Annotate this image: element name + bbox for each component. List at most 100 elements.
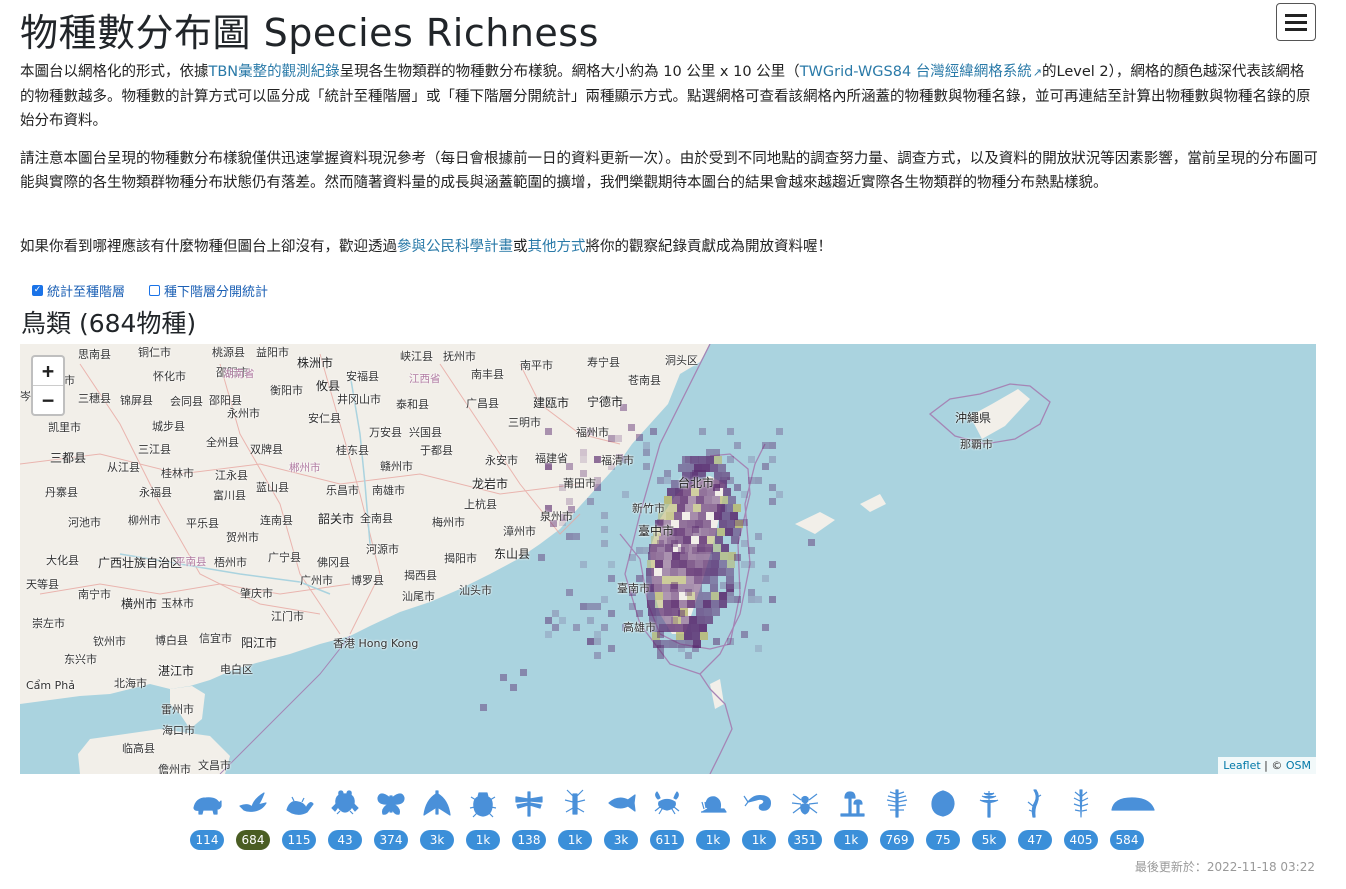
taxon-group-button[interactable] [236, 786, 270, 820]
taxon-count-badge[interactable]: 584 [1110, 830, 1144, 850]
grid-cell [734, 484, 741, 491]
map-place-label: 临高县 [122, 742, 155, 755]
zoom-out-button[interactable]: − [33, 385, 63, 414]
taxon-group-button[interactable] [1018, 786, 1052, 820]
osm-link[interactable]: OSM [1286, 759, 1311, 772]
taxon-count-badge[interactable]: 43 [328, 830, 362, 850]
intro-paragraph-2: 請注意本圖台呈現的物種數分布樣貌僅供迅速掌握資料現況參考（每日會根據前一日的資料… [20, 151, 1318, 191]
other-methods-link[interactable]: 其他方式 [528, 239, 586, 255]
grid-cell [500, 674, 507, 681]
species-level-checkbox[interactable]: ✓ 統計至種階層 [32, 281, 125, 300]
taxon-count-badge[interactable]: 5k [972, 830, 1006, 850]
taxon-group-button[interactable] [466, 786, 500, 820]
grid-cell [559, 617, 566, 624]
grid-cell [580, 456, 587, 463]
species-richness-map[interactable]: 思南县铜仁市桃源县益阳市株洲市峡江县抚州市南平市寿宁县洞头区凯里市怀化市邵阳市湖… [20, 344, 1316, 774]
taxon-count-badge[interactable]: 3k [420, 830, 454, 850]
grid-cell [510, 684, 517, 691]
mammal-icon [193, 797, 222, 815]
map-place-label: 新竹市 [632, 502, 665, 515]
ryukyu-island-a [795, 512, 835, 534]
map-place-label: 城步县 [152, 420, 185, 433]
grid-cell [755, 645, 762, 652]
taxon-group-button[interactable] [972, 786, 1006, 820]
taxon-group-button[interactable] [834, 786, 868, 820]
taxon-count-badge[interactable]: 611 [650, 830, 684, 850]
grid-cell [671, 592, 679, 600]
taxon-count-badge[interactable]: 405 [1064, 830, 1098, 850]
taxon-count-badge[interactable]: 114 [190, 830, 224, 850]
taxon-group-button[interactable] [604, 786, 638, 820]
grid-cell [727, 520, 735, 528]
taxon-group-button[interactable] [374, 786, 408, 820]
taxon-count-badge[interactable]: 1k [558, 830, 592, 850]
subspecies-separate-checkbox[interactable]: 種下階層分開統計 [149, 281, 268, 300]
taxon-group-button[interactable] [328, 786, 362, 820]
grid-cell [675, 624, 683, 632]
map-place-label: 福清市 [601, 454, 634, 467]
butterfly-icon [377, 793, 405, 815]
intro-paragraph-1: 本圖台以網格化的形式，依據TBN彙整的觀測紀錄呈現各生物類群的物種數分布樣貌。網… [20, 60, 1318, 133]
grid-cell [713, 638, 720, 645]
taxon-count-badge[interactable]: 1k [834, 830, 868, 850]
grid-cell [649, 544, 657, 552]
leaf-icon [931, 790, 955, 817]
taxon-group-button[interactable] [742, 786, 776, 820]
map-place-label: 佛冈县 [317, 556, 350, 569]
taxon-group-button[interactable] [880, 786, 914, 820]
taxon-group-button[interactable] [696, 786, 730, 820]
taxon-count-badge[interactable]: 1k [742, 830, 776, 850]
taxon-count-badge[interactable]: 1k [466, 830, 500, 850]
grid-cell [685, 456, 692, 463]
grid-cell [719, 592, 727, 600]
grid-cell [520, 669, 527, 676]
map-place-label: 龙岩市 [472, 477, 509, 491]
taxon-group-button[interactable] [512, 786, 546, 820]
taxon-count-badge[interactable]: 1k [696, 830, 730, 850]
taxon-group-button[interactable] [420, 786, 454, 820]
map-place-label: 台北市 [678, 476, 715, 490]
grid-cell [692, 526, 699, 533]
grid-cell [608, 645, 615, 652]
grid-cell [769, 484, 776, 491]
grid-cell [714, 512, 722, 520]
map-place-label: 锦屏县 [120, 394, 153, 407]
map-place-label: 柳州市 [128, 514, 161, 527]
grid-cell [741, 631, 748, 638]
map-place-label: 三都县 [50, 451, 87, 465]
taxon-count-badge[interactable]: 684 [236, 830, 270, 850]
taxon-count-badge[interactable]: 351 [788, 830, 822, 850]
taxon-count-badge[interactable]: 115 [282, 830, 316, 850]
taxon-count-badge[interactable]: 769 [880, 830, 914, 850]
map-place-label: 阳江市 [241, 636, 278, 650]
taxon-group-button[interactable] [650, 786, 684, 820]
taxon-group-button[interactable] [1110, 786, 1156, 820]
hamburger-menu-button[interactable] [1276, 3, 1316, 41]
map-place-label: 万安县 [369, 426, 402, 439]
taxon-group-button[interactable] [788, 786, 822, 820]
grid-cell [608, 435, 615, 442]
grid-cell [717, 528, 725, 536]
grid-cell [741, 519, 748, 526]
taxon-count-badge[interactable]: 138 [512, 830, 546, 850]
grass-icon [1073, 789, 1089, 818]
taxon-group-button[interactable] [558, 786, 592, 820]
grid-cell [552, 610, 559, 617]
leaflet-link[interactable]: Leaflet [1223, 759, 1260, 772]
taxon-count-badge[interactable]: 3k [604, 830, 638, 850]
tbn-records-link[interactable]: TBN彙整的觀測紀錄 [209, 64, 340, 80]
taxon-count-badge[interactable]: 47 [1018, 830, 1052, 850]
grid-cell [701, 528, 709, 536]
taxon-group-button[interactable] [1064, 786, 1098, 820]
fish-icon [608, 794, 636, 812]
zoom-in-button[interactable]: + [33, 357, 63, 385]
grid-cell [727, 456, 734, 463]
grid-cell [664, 608, 672, 616]
twgrid-link[interactable]: TWGrid-WGS84 台灣經緯網格系統↗ [800, 64, 1042, 80]
taxon-count-badge[interactable]: 374 [374, 830, 408, 850]
taxon-count-badge[interactable]: 75 [926, 830, 960, 850]
taxon-group-button[interactable] [190, 786, 224, 820]
taxon-group-button[interactable] [926, 786, 960, 820]
taxon-group-button[interactable] [282, 786, 316, 820]
citizen-science-link[interactable]: 參與公民科學計畫 [397, 239, 513, 255]
